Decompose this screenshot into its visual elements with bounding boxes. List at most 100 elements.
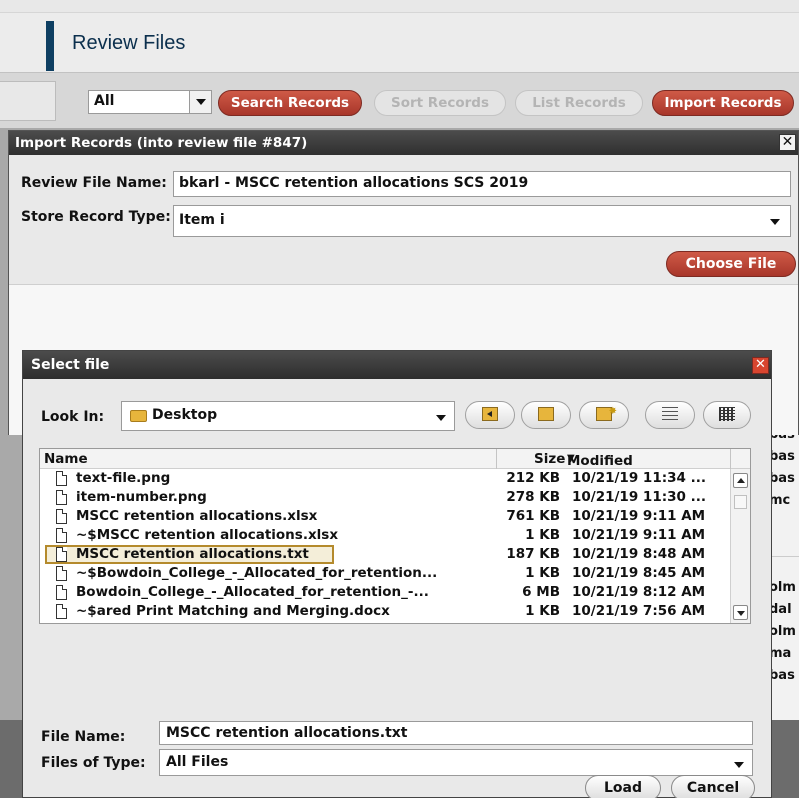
sort-records-label: Sort Records [391, 95, 489, 111]
file-row[interactable]: Bowdoin_College_-_Allocated_for_retentio… [40, 583, 750, 602]
file-modified: 10/21/19 8:12 AM [572, 584, 706, 600]
import-records-label: Import Records [664, 95, 782, 111]
file-row[interactable]: ~$MSCC retention allocations.xlsx 1 KB 10/… [40, 526, 750, 545]
file-modified: 10/21/19 11:34 ... [572, 470, 706, 486]
file-size: 1 KB [525, 565, 560, 581]
file-name-label: File Name: [41, 729, 126, 745]
page-title: Review Files [72, 32, 186, 54]
column-divider [730, 449, 731, 469]
file-name-input[interactable]: MSCC retention allocations.txt [159, 721, 753, 745]
file-list-header: Name Size Modified ▼ [40, 449, 750, 469]
new-folder-button[interactable] [579, 400, 629, 429]
file-name: item-number.png [76, 489, 207, 505]
file-modified: 10/21/19 9:11 AM [572, 527, 706, 543]
document-icon [56, 490, 67, 505]
file-name: ~$Bowdoin_College_-_Allocated_for_retent… [76, 565, 438, 581]
up-folder-button[interactable] [465, 401, 515, 429]
document-icon [56, 566, 67, 581]
file-size: 212 KB [506, 470, 560, 486]
record-type-select[interactable]: Item i [173, 205, 791, 237]
document-icon [56, 471, 67, 486]
file-size: 6 MB [522, 584, 560, 600]
file-dialog-titlebar: Select file ✕ [23, 351, 771, 379]
header-accent-bar [46, 21, 54, 71]
file-list[interactable]: Name Size Modified ▼ text-file.png 212 KB… [39, 448, 751, 624]
review-file-name-field[interactable]: bkarl - MSCC retention allocations SCS 2… [173, 171, 791, 197]
home-button[interactable] [521, 401, 571, 429]
details-view-icon [719, 407, 735, 421]
close-icon[interactable]: ✕ [779, 134, 796, 151]
app-top-strip [0, 0, 799, 12]
file-size: 1 KB [440, 622, 560, 623]
document-icon [56, 623, 67, 624]
file-name: ~$3 procedure documentation-10-14.docx [76, 622, 494, 623]
file-size: 278 KB [506, 489, 560, 505]
file-rows: text-file.png 212 KB 10/21/19 11:34 ... ite… [40, 469, 750, 624]
list-view-icon [662, 407, 678, 421]
files-of-type-select[interactable]: All Files [159, 749, 753, 776]
new-folder-icon [596, 400, 617, 424]
column-size[interactable]: Size [534, 451, 565, 467]
file-modified: 10/21/19 8:45 AM [572, 565, 706, 581]
review-file-name-label: Review File Name: [21, 175, 167, 191]
details-view-button[interactable] [703, 401, 751, 429]
close-icon[interactable]: ✕ [752, 357, 769, 374]
scroll-thumb[interactable] [734, 495, 747, 509]
file-modified: 10/21/19 7:56 AM [572, 603, 706, 619]
search-records-button[interactable]: Search Records [218, 90, 362, 116]
file-modified: 10/21/19 8:48 AM [572, 546, 706, 562]
import-dialog-title: Import Records (into review file #847) [15, 135, 308, 151]
import-records-button[interactable]: Import Records [652, 90, 794, 116]
home-icon [538, 407, 554, 421]
filter-select[interactable]: All [88, 90, 212, 114]
file-size: 1 KB [525, 527, 560, 543]
choose-file-button[interactable]: Choose File [666, 251, 796, 277]
file-name: Bowdoin_College_-_Allocated_for_retentio… [76, 584, 429, 600]
document-icon [56, 585, 67, 600]
file-row[interactable]: ~$ared Print Matching and Merging.docx 1 … [40, 602, 750, 621]
list-records-button[interactable]: List Records [515, 90, 643, 116]
chevron-down-icon [189, 91, 211, 113]
file-name: text-file.png [76, 470, 171, 486]
file-size: 761 KB [506, 508, 560, 524]
file-row[interactable]: item-number.png 278 KB 10/21/19 11:30 ... [40, 488, 750, 507]
file-dialog-title: Select file [31, 357, 110, 373]
list-view-button[interactable] [645, 401, 695, 429]
file-row[interactable]: ~$3 procedure documentation-10-14.docx1 … [40, 621, 750, 624]
file-modified: 10/21/19 9:11 AM [572, 508, 706, 524]
up-folder-icon [482, 407, 498, 421]
file-row[interactable]: MSCC retention allocations.xlsx 761 KB 10/… [40, 507, 750, 526]
file-name: MSCC retention allocations.xlsx [76, 508, 318, 524]
scroll-down-icon[interactable] [733, 605, 748, 620]
column-modified-label: Modified [567, 453, 633, 469]
scroll-up-icon[interactable] [733, 473, 748, 488]
sort-records-button[interactable]: Sort Records [374, 90, 506, 116]
sort-descending-icon: ▼ [567, 453, 575, 464]
select-file-dialog: Select file ✕ Look In: Desktop Name Size… [22, 350, 772, 798]
filter-select-value: All [94, 93, 115, 109]
file-row[interactable]: ~$Bowdoin_College_-_Allocated_for_retent… [40, 564, 750, 583]
files-of-type-label: Files of Type: [41, 755, 146, 771]
list-records-label: List Records [532, 95, 626, 111]
import-dialog-body: Review File Name: bkarl - MSCC retention… [9, 155, 798, 285]
record-type-value: Item i [179, 212, 225, 228]
file-row[interactable]: text-file.png 212 KB 10/21/19 11:34 ... [40, 469, 750, 488]
column-name[interactable]: Name [44, 451, 88, 467]
document-icon [56, 528, 67, 543]
file-modified: 10/21/19 11:30 ... [572, 489, 706, 505]
file-name: MSCC retention allocations.txt [76, 546, 309, 562]
file-row[interactable]: MSCC retention allocations.txt 187 KB 10/2… [40, 545, 750, 564]
look-in-select[interactable]: Desktop [121, 401, 455, 431]
cancel-button[interactable]: Cancel [671, 775, 755, 798]
document-icon [56, 604, 67, 619]
files-of-type-value: All Files [166, 754, 229, 770]
file-list-scrollbar[interactable] [730, 469, 750, 623]
document-icon [56, 509, 67, 524]
import-dialog-titlebar: Import Records (into review file #847) ✕ [9, 131, 798, 155]
chevron-down-icon [728, 754, 748, 774]
document-icon [56, 547, 67, 562]
chevron-down-icon [430, 407, 450, 427]
load-button[interactable]: Load [585, 775, 661, 798]
look-in-label: Look In: [41, 409, 105, 425]
file-modified: 10/21/19 7:54 AM [572, 622, 705, 623]
